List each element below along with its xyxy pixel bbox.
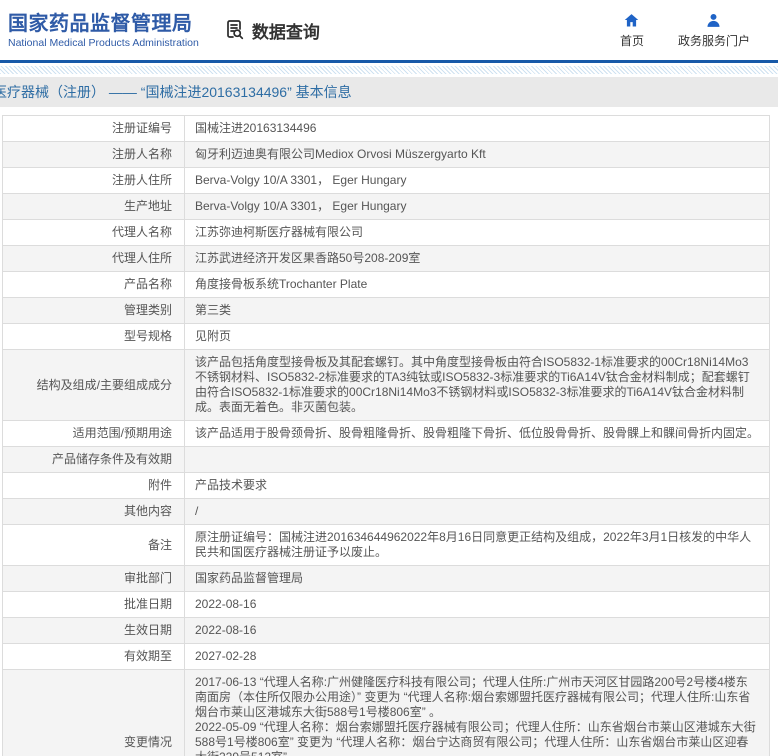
row-label: 审批部门 bbox=[2, 565, 185, 592]
row-value: 见附页 bbox=[184, 323, 770, 350]
data-query-section[interactable]: 数据查询 bbox=[223, 18, 320, 43]
row-value: 第三类 bbox=[184, 297, 770, 324]
hatch-band bbox=[0, 66, 778, 74]
table-row: 备注 原注册证编号：国械注进201634644962022年8月16日同意更正结… bbox=[2, 524, 770, 566]
row-value: 江苏武进经济开发区果香路50号208-209室 bbox=[184, 245, 770, 272]
row-value: 原注册证编号：国械注进201634644962022年8月16日同意更正结构及组… bbox=[184, 524, 770, 566]
row-label: 批准日期 bbox=[2, 591, 185, 618]
row-label: 代理人名称 bbox=[2, 219, 185, 246]
row-label: 有效期至 bbox=[2, 643, 185, 670]
row-label: 附件 bbox=[2, 472, 185, 499]
table-row: 变更情况 2017-06-13 “代理人名称:广州健隆医疗科技有限公司；代理人住… bbox=[2, 669, 770, 756]
row-value: / bbox=[184, 498, 770, 525]
document-search-icon bbox=[226, 20, 243, 40]
logo-subtitle: National Medical Products Administration bbox=[8, 36, 199, 49]
table-row: 代理人住所 江苏武进经济开发区果香路50号208-209室 bbox=[2, 245, 770, 272]
row-value: Berva-Volgy 10/A 3301， Eger Hungary bbox=[184, 167, 770, 194]
page: 国家药品监督管理局 National Medical Products Admi… bbox=[0, 0, 778, 756]
row-value: 江苏弥迪柯斯医疗器械有限公司 bbox=[184, 219, 770, 246]
table-row: 产品名称 角度接骨板系统Trochanter Plate bbox=[2, 271, 770, 298]
table-row: 生效日期 2022-08-16 bbox=[2, 617, 770, 644]
nav-gov-portal-label: 政务服务门户 bbox=[677, 33, 750, 48]
row-label: 生产地址 bbox=[2, 193, 185, 220]
row-label: 变更情况 bbox=[2, 669, 185, 756]
table-row: 审批部门 国家药品监督管理局 bbox=[2, 565, 770, 592]
row-label: 管理类别 bbox=[2, 297, 185, 324]
home-icon bbox=[625, 13, 639, 27]
nav-gov-portal[interactable]: 政务服务门户 bbox=[678, 12, 750, 49]
row-label: 注册人名称 bbox=[2, 141, 185, 168]
row-value: 2027-02-28 bbox=[184, 643, 770, 670]
row-value: 国家药品监督管理局 bbox=[184, 565, 770, 592]
table-row: 产品储存条件及有效期 bbox=[2, 446, 770, 473]
breadcrumb-bar: 医疗器械（注册） —— “国械注进20163134496” 基本信息 bbox=[0, 77, 778, 107]
table-row: 有效期至 2027-02-28 bbox=[2, 643, 770, 670]
row-label: 其他内容 bbox=[2, 498, 185, 525]
table-row: 代理人名称 江苏弥迪柯斯医疗器械有限公司 bbox=[2, 219, 770, 246]
row-label: 结构及组成/主要组成成分 bbox=[2, 349, 185, 421]
row-value: 2017-06-13 “代理人名称:广州健隆医疗科技有限公司；代理人住所:广州市… bbox=[184, 669, 770, 756]
nav-home[interactable]: 首页 bbox=[620, 12, 644, 49]
row-label: 备注 bbox=[2, 524, 185, 566]
table-row: 注册证编号 国械注进20163134496 bbox=[2, 115, 770, 142]
table-row: 结构及组成/主要组成成分 该产品包括角度型接骨板及其配套螺钉。其中角度型接骨板由… bbox=[2, 349, 770, 421]
row-label: 产品储存条件及有效期 bbox=[2, 446, 185, 473]
table-row: 管理类别 第三类 bbox=[2, 297, 770, 324]
table-row: 附件 产品技术要求 bbox=[2, 472, 770, 499]
table-row: 生产地址 Berva-Volgy 10/A 3301， Eger Hungary bbox=[2, 193, 770, 220]
row-value bbox=[184, 446, 770, 473]
row-label: 生效日期 bbox=[2, 617, 185, 644]
table-row: 适用范围/预期用途 该产品适用于股骨颈骨折、股骨粗隆骨折、股骨粗隆下骨折、低位股… bbox=[2, 420, 770, 447]
table-row: 注册人住所 Berva-Volgy 10/A 3301， Eger Hungar… bbox=[2, 167, 770, 194]
header-divider bbox=[0, 60, 778, 63]
data-query-label: 数据查询 bbox=[251, 22, 320, 42]
row-value: 匈牙利迈迪奥有限公司Mediox Orvosi Müszergyarto Kft bbox=[184, 141, 770, 168]
site-header: 国家药品监督管理局 National Medical Products Admi… bbox=[0, 0, 778, 60]
row-value: 该产品包括角度型接骨板及其配套螺钉。其中角度型接骨板由符合ISO5832-1标准… bbox=[184, 349, 770, 421]
row-label: 注册人住所 bbox=[2, 167, 185, 194]
row-value: 2022-08-16 bbox=[184, 617, 770, 644]
nav-home-label: 首页 bbox=[619, 33, 644, 48]
logo-link[interactable]: 国家药品监督管理局 National Medical Products Admi… bbox=[8, 12, 199, 49]
registration-info-table: 注册证编号 国械注进20163134496 注册人名称 匈牙利迈迪奥有限公司Me… bbox=[2, 115, 770, 756]
table-row: 型号规格 见附页 bbox=[2, 323, 770, 350]
table-row: 批准日期 2022-08-16 bbox=[2, 591, 770, 618]
logo-title: 国家药品监督管理局 bbox=[8, 12, 193, 35]
row-label: 产品名称 bbox=[2, 271, 185, 298]
row-label: 适用范围/预期用途 bbox=[2, 420, 185, 447]
header-nav: 首页 政务服务门户 bbox=[620, 12, 768, 49]
row-value: 2022-08-16 bbox=[184, 591, 770, 618]
table-row: 其他内容 / bbox=[2, 498, 770, 525]
row-value: 产品技术要求 bbox=[184, 472, 770, 499]
row-value: 该产品适用于股骨颈骨折、股骨粗隆骨折、股骨粗隆下骨折、低位股骨骨折、股骨髁上和髁… bbox=[184, 420, 770, 447]
breadcrumb: 医疗器械（注册） —— “国械注进20163134496” 基本信息 bbox=[0, 84, 352, 100]
info-table-body: 注册证编号 国械注进20163134496 注册人名称 匈牙利迈迪奥有限公司Me… bbox=[2, 115, 770, 756]
row-value: 国械注进20163134496 bbox=[184, 115, 770, 142]
row-label: 型号规格 bbox=[2, 323, 185, 350]
row-label: 注册证编号 bbox=[2, 115, 185, 142]
user-icon bbox=[707, 13, 721, 27]
row-label: 代理人住所 bbox=[2, 245, 185, 272]
row-value: 角度接骨板系统Trochanter Plate bbox=[184, 271, 770, 298]
table-row: 注册人名称 匈牙利迈迪奥有限公司Mediox Orvosi Müszergyar… bbox=[2, 141, 770, 168]
row-value: Berva-Volgy 10/A 3301， Eger Hungary bbox=[184, 193, 770, 220]
